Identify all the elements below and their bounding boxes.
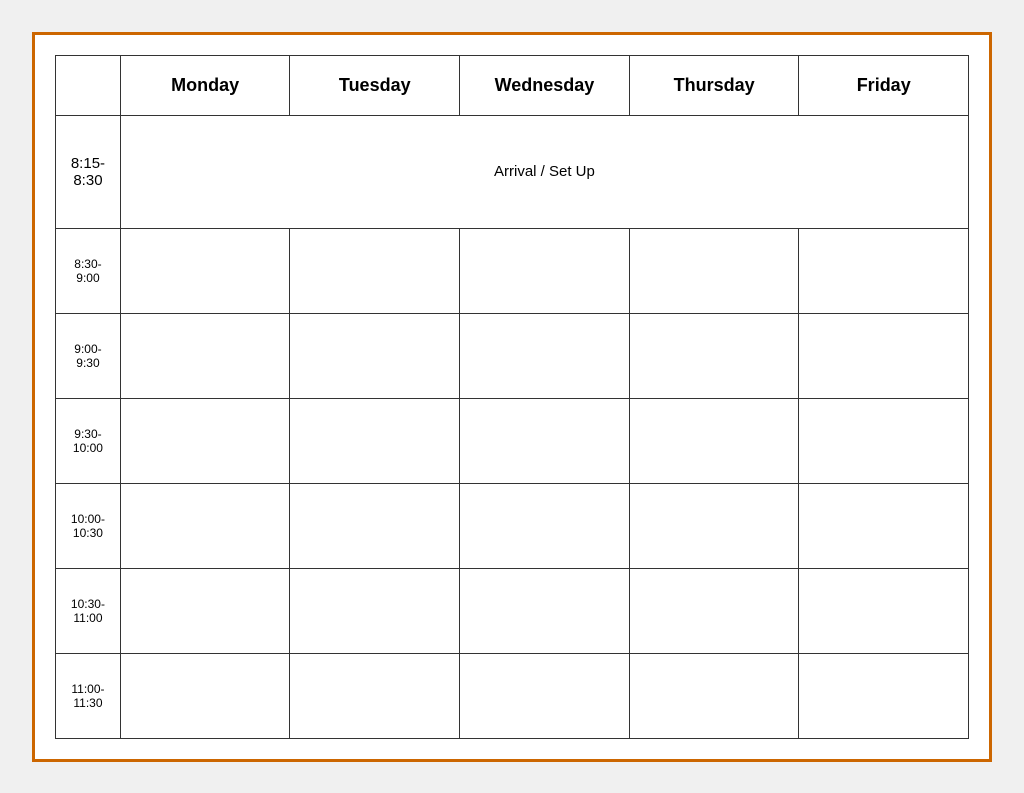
header-monday: Monday (120, 55, 290, 115)
time-label: 9:00-9:30 (56, 313, 121, 398)
schedule-table: Monday Tuesday Wednesday Thursday Friday… (55, 55, 969, 739)
friday-cell (799, 653, 969, 738)
monday-cell (120, 398, 290, 483)
wednesday-cell (460, 483, 630, 568)
wednesday-cell (460, 568, 630, 653)
table-row: 8:30-9:00 (56, 228, 969, 313)
monday-cell (120, 653, 290, 738)
time-label: 11:00-11:30 (56, 653, 121, 738)
thursday-cell (629, 568, 799, 653)
thursday-cell (629, 398, 799, 483)
table-row: 10:30-11:00 (56, 568, 969, 653)
table-row: 11:00-11:30 (56, 653, 969, 738)
thursday-cell (629, 653, 799, 738)
thursday-cell (629, 313, 799, 398)
tuesday-cell (290, 653, 460, 738)
time-label: 9:30-10:00 (56, 398, 121, 483)
arrival-label: Arrival / Set Up (120, 115, 968, 228)
monday-cell (120, 568, 290, 653)
monday-cell (120, 313, 290, 398)
header-wednesday: Wednesday (460, 55, 630, 115)
monday-cell (120, 483, 290, 568)
time-label: 10:00-10:30 (56, 483, 121, 568)
arrival-time: 8:15- 8:30 (56, 115, 121, 228)
wednesday-cell (460, 313, 630, 398)
tuesday-cell (290, 483, 460, 568)
page-container: Monday Tuesday Wednesday Thursday Friday… (32, 32, 992, 762)
time-label: 10:30-11:00 (56, 568, 121, 653)
friday-cell (799, 568, 969, 653)
wednesday-cell (460, 228, 630, 313)
table-row: 9:00-9:30 (56, 313, 969, 398)
tuesday-cell (290, 313, 460, 398)
header-thursday: Thursday (629, 55, 799, 115)
tuesday-cell (290, 228, 460, 313)
header-tuesday: Tuesday (290, 55, 460, 115)
arrival-row: 8:15- 8:30 Arrival / Set Up (56, 115, 969, 228)
header-friday: Friday (799, 55, 969, 115)
header-row: Monday Tuesday Wednesday Thursday Friday (56, 55, 969, 115)
header-time (56, 55, 121, 115)
time-label: 8:30-9:00 (56, 228, 121, 313)
tuesday-cell (290, 568, 460, 653)
friday-cell (799, 228, 969, 313)
thursday-cell (629, 228, 799, 313)
friday-cell (799, 313, 969, 398)
wednesday-cell (460, 398, 630, 483)
thursday-cell (629, 483, 799, 568)
table-row: 9:30-10:00 (56, 398, 969, 483)
monday-cell (120, 228, 290, 313)
friday-cell (799, 483, 969, 568)
table-row: 10:00-10:30 (56, 483, 969, 568)
wednesday-cell (460, 653, 630, 738)
friday-cell (799, 398, 969, 483)
tuesday-cell (290, 398, 460, 483)
